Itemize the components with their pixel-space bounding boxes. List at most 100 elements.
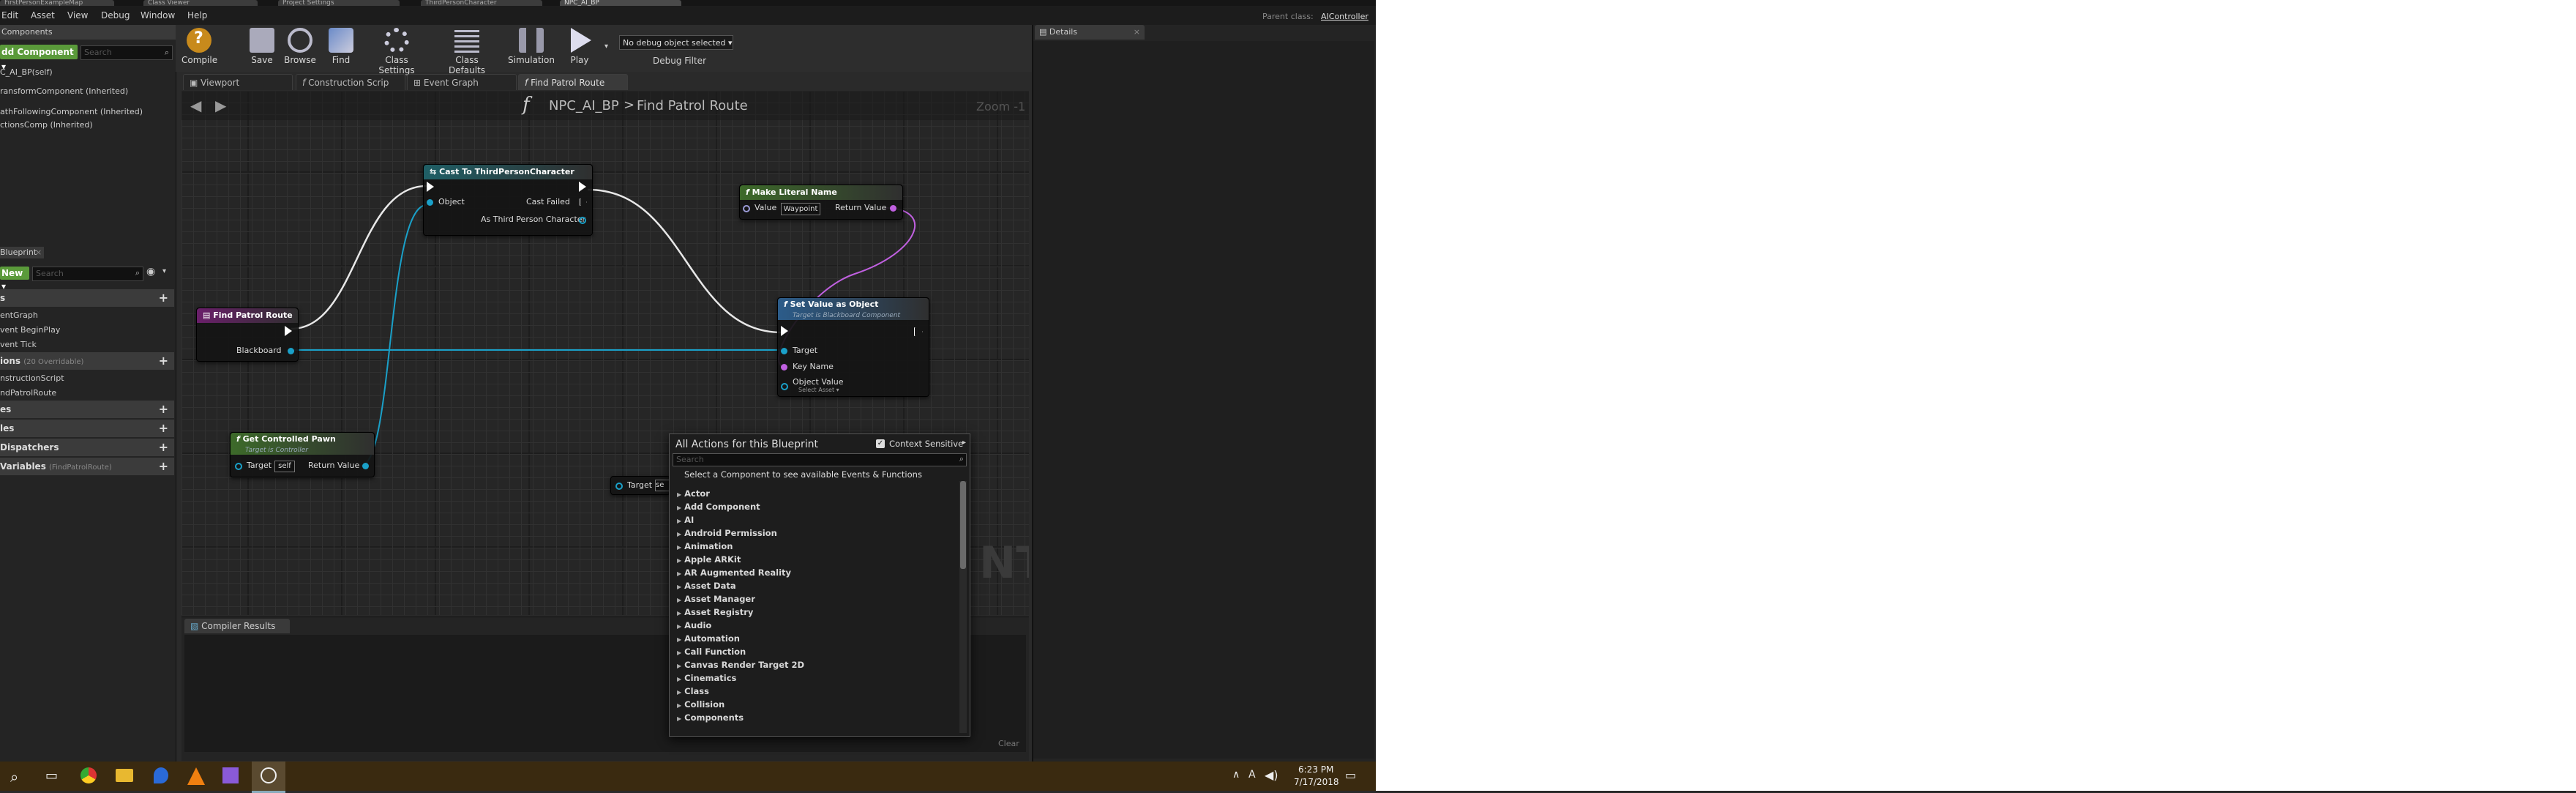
component-item[interactable]: ransformComponent (Inherited) [0, 86, 128, 96]
section-functions[interactable]: ions (20 Overridable) + [0, 352, 174, 370]
partial-node[interactable]: Target se [610, 476, 671, 495]
object-pin[interactable] [427, 199, 433, 206]
action-category[interactable]: ▶ Add Component [677, 502, 760, 512]
details-tab[interactable]: ▤ Details × [1035, 25, 1145, 40]
as-character-pin[interactable] [579, 217, 586, 224]
close-icon[interactable]: × [1134, 25, 1140, 40]
play-options-chevron-icon[interactable]: ▾ [604, 42, 608, 51]
add-icon[interactable]: + [159, 352, 168, 370]
find-patrol-route-entry-node[interactable]: ▤ Find Patrol Route Blackboard [196, 308, 299, 362]
class-settings-button[interactable]: Class Settings [366, 26, 427, 75]
context-sensitive-checkbox[interactable]: ✓ [876, 439, 885, 448]
exec-in-pin[interactable] [427, 182, 434, 192]
get-controlled-pawn-node[interactable]: f Get Controlled Pawn Target is Controlle… [230, 432, 375, 477]
exec-in-pin[interactable] [781, 326, 788, 336]
component-item[interactable]: C_AI_BP(self) [0, 67, 53, 77]
browse-button[interactable]: Browse [282, 26, 318, 69]
eye-icon[interactable]: ◉ [146, 266, 155, 278]
add-icon[interactable]: + [159, 289, 168, 307]
cast-failed-exec-pin[interactable] [580, 198, 587, 206]
action-list-scrollbar[interactable] [959, 481, 967, 733]
tray-chevron-up-icon[interactable]: ∧ [1232, 769, 1240, 781]
menu-edit[interactable]: Edit [1, 10, 18, 21]
menu-debug[interactable]: Debug [101, 10, 130, 21]
add-icon[interactable]: + [159, 420, 168, 437]
blackboard-pin[interactable] [288, 348, 294, 354]
file-explorer-icon[interactable] [116, 769, 133, 782]
tab-find-patrol-route[interactable]: f Find Patrol Route [518, 74, 628, 90]
action-search-input[interactable]: Search ⌕ [673, 453, 967, 466]
my-blueprint-search-input[interactable]: Search ⌕ [32, 267, 143, 281]
self-field[interactable]: self [274, 461, 295, 472]
section-variables[interactable]: les + [0, 420, 174, 437]
graph-item[interactable]: vent BeginPlay [0, 325, 60, 335]
simulation-button[interactable]: Simulation [508, 26, 555, 69]
window-tab-active[interactable]: NPC_AI_BP [560, 0, 681, 6]
menu-window[interactable]: Window [141, 10, 175, 21]
chevron-down-icon[interactable]: ▾ [162, 267, 166, 275]
menu-view[interactable]: View [67, 10, 88, 21]
component-item[interactable]: athFollowingComponent (Inherited) [0, 107, 143, 116]
section-local-variables[interactable]: Variables (FindPatrolRoute) + [0, 458, 174, 475]
action-category[interactable]: ▶ Collision [677, 699, 724, 710]
tab-event-graph[interactable]: ⊞ Event Graph [407, 74, 517, 90]
action-category[interactable]: ▶ Components [677, 712, 744, 723]
chrome-icon[interactable] [80, 767, 97, 783]
clock-date[interactable]: 7/17/2018 [1294, 777, 1339, 787]
new-button[interactable]: New ▾ [0, 267, 29, 291]
find-button[interactable]: Find [323, 26, 359, 69]
my-blueprint-tab[interactable]: Blueprint × [0, 247, 44, 258]
scrollbar-thumb[interactable] [960, 481, 966, 569]
action-category[interactable]: ▶ Actor [677, 488, 710, 499]
tab-construction-script[interactable]: f Construction Scrip [296, 74, 405, 90]
close-icon[interactable]: × [35, 247, 42, 258]
target-pin[interactable] [235, 463, 242, 470]
exec-out-pin[interactable] [914, 327, 923, 336]
section-macros[interactable]: es + [0, 401, 174, 418]
value-pin[interactable] [743, 205, 750, 212]
class-defaults-button[interactable]: Class Defaults [436, 26, 498, 75]
compiler-results-tab[interactable]: ▧ Compiler Results × [184, 619, 290, 646]
graph-item[interactable]: vent Tick [0, 340, 37, 349]
language-icon[interactable]: A [1248, 769, 1256, 781]
action-category[interactable]: ▶ Call Function [677, 647, 746, 657]
object-value-pin[interactable] [781, 383, 788, 390]
return-value-pin[interactable] [890, 205, 896, 212]
add-icon[interactable]: + [159, 439, 168, 456]
action-category[interactable]: ▶ Class [677, 686, 709, 696]
component-item[interactable]: ctionsComp (Inherited) [0, 120, 93, 130]
clear-button[interactable]: Clear [998, 739, 1019, 748]
target-pin[interactable] [781, 348, 787, 354]
make-literal-name-node[interactable]: f Make Literal Name Value Waypoint Retur… [739, 185, 903, 220]
play-button[interactable]: Play [562, 26, 597, 69]
visual-studio-icon[interactable] [222, 767, 239, 783]
action-category[interactable]: ▶ Asset Data [677, 581, 736, 591]
action-category[interactable]: ▶ AI [677, 515, 694, 525]
add-icon[interactable]: + [159, 401, 168, 418]
debug-object-select[interactable]: No debug object selected ▾ [619, 35, 733, 50]
maps-icon[interactable] [154, 767, 168, 783]
function-item[interactable]: nstructionScript [0, 373, 64, 383]
action-category[interactable]: ▶ Audio [677, 620, 711, 630]
menu-help[interactable]: Help [187, 10, 207, 21]
window-tab[interactable]: ThirdPersonCharacter [421, 0, 542, 6]
window-tab[interactable]: FirstPersonExampleMap [0, 0, 114, 6]
select-asset-dropdown[interactable]: Select Asset ▾ [798, 387, 839, 393]
key-name-pin[interactable] [781, 364, 787, 371]
waypoint-name-field[interactable]: Waypoint [781, 203, 820, 215]
action-category[interactable]: ▶ AR Augmented Reality [677, 567, 791, 578]
components-search-input[interactable]: Search ⌕ [80, 45, 173, 60]
notifications-icon[interactable]: ▭ [1345, 768, 1356, 782]
action-category[interactable]: ▶ Apple ARKit [677, 554, 741, 565]
target-pin[interactable] [615, 483, 623, 490]
parent-class-link[interactable]: AIController [1321, 12, 1368, 21]
action-category[interactable]: ▶ Asset Manager [677, 594, 755, 604]
menu-asset[interactable]: Asset [31, 10, 55, 21]
action-category[interactable]: ▶ Automation [677, 633, 740, 644]
save-button[interactable]: Save [244, 26, 280, 69]
search-icon[interactable]: ⌕ [10, 768, 18, 786]
graph-item[interactable]: entGraph [0, 310, 38, 320]
add-component-button[interactable]: dd Component ▾ [0, 45, 78, 72]
exec-out-pin[interactable] [579, 182, 586, 192]
clock-time[interactable]: 6:23 PM [1298, 764, 1333, 775]
